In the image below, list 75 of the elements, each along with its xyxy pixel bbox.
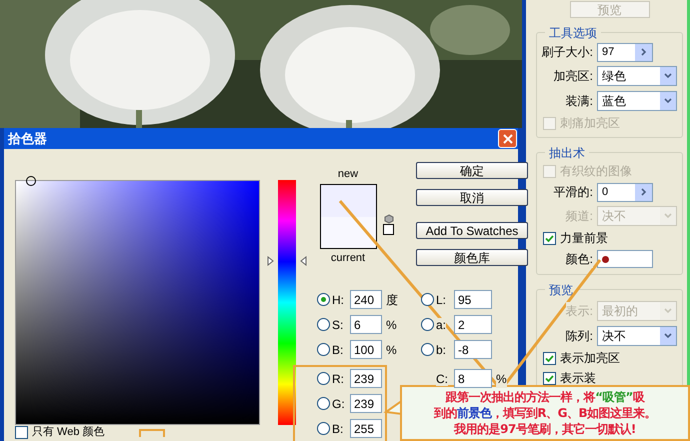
value-field[interactable]: 2	[454, 315, 492, 334]
dialog-button[interactable]: Add To Swatches	[416, 222, 528, 239]
field-label: 刷子大小:	[542, 43, 593, 61]
value-field[interactable]: 95	[454, 290, 492, 309]
radio-button[interactable]	[421, 343, 434, 356]
hex-field[interactable]	[138, 428, 165, 436]
field-label: B:	[332, 422, 344, 436]
close-icon	[502, 134, 512, 144]
chevron-right-icon	[640, 188, 646, 196]
dialog-button[interactable]: 颜色库	[416, 249, 528, 266]
value-field[interactable]: -8	[454, 340, 492, 359]
radio-button[interactable]	[317, 397, 330, 410]
value-field[interactable]: 239	[350, 394, 382, 413]
value-field[interactable]: 6	[350, 315, 382, 334]
number-field[interactable]: 97	[597, 42, 653, 62]
hue-slider[interactable]	[267, 180, 307, 425]
radio-button[interactable]	[421, 293, 434, 306]
field-label: 加亮区:	[554, 66, 593, 84]
close-button[interactable]	[498, 129, 517, 148]
field-label: S:	[332, 318, 344, 332]
checkbox[interactable]	[543, 352, 556, 364]
current-label: current	[330, 253, 366, 264]
annotation-text: 到的前景色，填写到R、G、B如图这里来。	[434, 405, 656, 421]
value-field[interactable]: 100	[350, 340, 382, 359]
radio-button[interactable]	[317, 422, 330, 435]
checkbox-label: 刺痛加亮区	[560, 115, 620, 132]
cube-icon[interactable]	[384, 214, 394, 224]
radio-button[interactable]	[317, 372, 330, 385]
arrow-button[interactable]	[635, 184, 652, 200]
checkbox[interactable]	[543, 232, 556, 244]
field-label: C:	[436, 372, 448, 386]
unit-label: 度	[386, 290, 398, 308]
field-label: L:	[436, 292, 446, 306]
value-field[interactable]: 240	[350, 290, 382, 309]
field-label: H:	[332, 292, 344, 306]
checkbox-label: 力量前景	[560, 230, 608, 247]
arrow-button[interactable]	[635, 44, 652, 60]
checkbox[interactable]	[15, 426, 28, 439]
value-field[interactable]: 8	[454, 369, 492, 388]
field-label: a:	[436, 318, 446, 332]
value-field[interactable]: 255	[350, 419, 382, 438]
color-swatch[interactable]	[597, 250, 653, 268]
checkbox[interactable]	[543, 372, 556, 384]
checkbox-label: 有织纹的图像	[560, 163, 632, 180]
group-title: 抽出术	[545, 144, 589, 162]
annotation-text: 我用的是97号笔刷，其它一切默认!	[454, 421, 636, 437]
field-label: R:	[332, 372, 344, 386]
radio-button[interactable]	[317, 293, 330, 306]
dropdown[interactable]: 蓝色	[597, 90, 677, 110]
dialog-button[interactable]: 取消	[416, 189, 528, 206]
checkbox-label: 表示装	[560, 370, 596, 387]
number-field[interactable]: 0	[597, 182, 653, 202]
radio-button[interactable]	[317, 318, 330, 331]
radio-button[interactable]	[317, 343, 330, 356]
group-title: 预览	[545, 281, 577, 299]
group-title: 工具选项	[545, 24, 601, 42]
dialog-button[interactable]: 确定	[416, 162, 528, 179]
value-field[interactable]: 239	[350, 369, 382, 388]
swatch-square-icon[interactable]	[383, 224, 394, 235]
dropdown[interactable]: 决不	[597, 326, 677, 346]
new-label: new	[338, 169, 358, 180]
field-label: b:	[436, 342, 446, 356]
chevron-right-icon	[640, 48, 646, 56]
window-title: 拾色器	[8, 130, 47, 148]
field-label: 表示:	[566, 302, 593, 320]
field-label: G:	[332, 396, 345, 410]
annotation-text: 跟第一次抽出的方法一样，将“吸管”吸	[446, 389, 644, 405]
field-label: B:	[332, 342, 344, 356]
color-preview-swatch	[320, 184, 376, 249]
slider-thumb[interactable]	[267, 256, 307, 266]
checkbox-label: 表示加亮区	[560, 350, 620, 367]
radio-button[interactable]	[421, 318, 434, 331]
checkbox-label: 只有 Web 颜色	[32, 427, 105, 438]
dropdown[interactable]: 绿色	[597, 66, 677, 86]
field-label: 颜色:	[566, 250, 593, 268]
